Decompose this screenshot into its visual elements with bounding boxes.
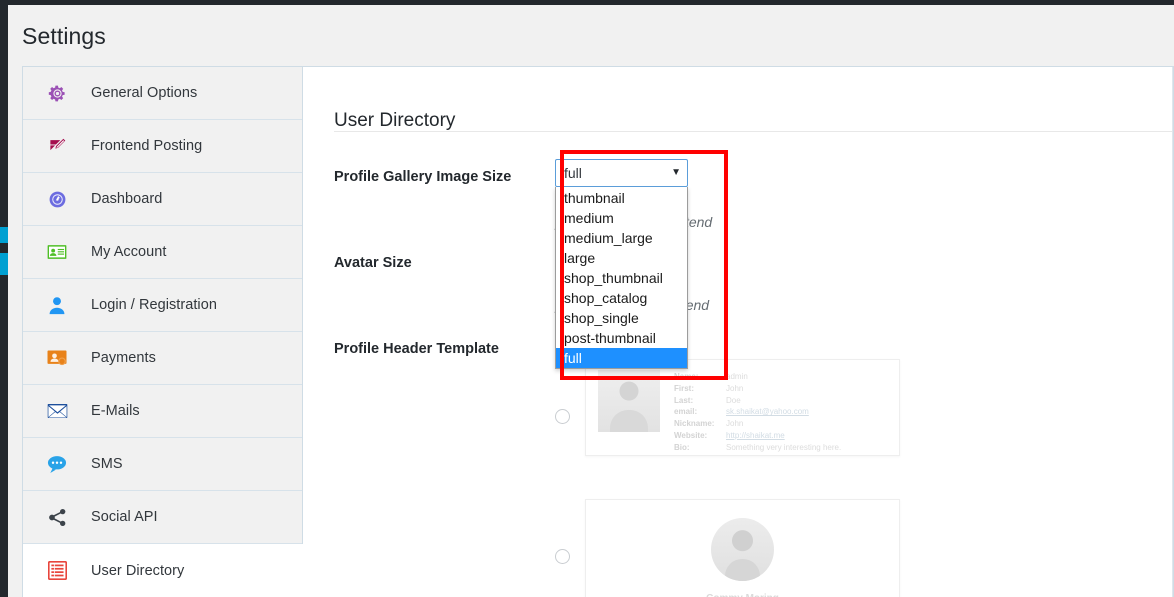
admin-menu-highlight-1 xyxy=(0,227,8,243)
avatar xyxy=(711,518,774,581)
sidebar-item-label: E-Mails xyxy=(91,403,140,419)
chevron-down-icon: ▼ xyxy=(671,167,681,178)
sidebar-item-label: User Directory xyxy=(91,562,185,579)
field-label: Profile Gallery Image Size xyxy=(334,169,512,185)
select-option[interactable]: large xyxy=(556,248,687,268)
profile-name: Commy Moring xyxy=(586,593,899,597)
settings-content-panel: User Directory Profile Gallery Image Siz… xyxy=(303,66,1174,597)
profile-field-row: First: John xyxy=(674,383,887,395)
id-card-icon xyxy=(46,241,68,263)
select-options-list[interactable]: thumbnail medium medium_large large shop… xyxy=(555,187,688,369)
gauge-icon xyxy=(46,188,68,210)
sidebar-item-my-account[interactable]: My Account xyxy=(23,226,302,279)
content-heading: User Directory xyxy=(334,109,456,131)
chat-bubble-icon xyxy=(46,453,68,475)
sidebar-item-general-options[interactable]: General Options xyxy=(23,67,302,120)
avatar xyxy=(598,370,660,432)
wp-admin-menu-strip[interactable] xyxy=(0,5,8,597)
template-radio[interactable] xyxy=(555,549,570,564)
select-selected-value: full xyxy=(564,165,582,181)
select-option[interactable]: post-thumbnail xyxy=(556,328,687,348)
wp-admin-bar xyxy=(0,0,1174,5)
sidebar-item-label: My Account xyxy=(91,244,167,260)
panel-edge xyxy=(1172,67,1173,597)
profile-field-list: Name: admin First: John Last: Doe email:… xyxy=(674,370,887,454)
settings-page: Settings General Options Frontend Postin… xyxy=(8,5,1174,597)
sidebar-item-label: Login / Registration xyxy=(91,297,217,313)
sidebar-item-e-mails[interactable]: E-Mails xyxy=(23,385,302,438)
envelope-icon xyxy=(46,400,68,422)
select-option[interactable]: medium xyxy=(556,208,687,228)
template-radio[interactable] xyxy=(555,409,570,424)
sidebar-item-label: SMS xyxy=(91,456,123,472)
sidebar-item-payments[interactable]: Payments xyxy=(23,332,302,385)
select-option[interactable]: medium_large xyxy=(556,228,687,248)
sidebar-item-label: Frontend Posting xyxy=(91,138,203,154)
select-option[interactable]: shop_catalog xyxy=(556,288,687,308)
select-option[interactable]: shop_single xyxy=(556,308,687,328)
heading-divider xyxy=(334,131,1172,132)
select-option[interactable]: shop_thumbnail xyxy=(556,268,687,288)
image-size-select[interactable]: full ▼ thumbnail medium medium_large lar… xyxy=(555,159,688,369)
template-preview-card[interactable]: Commy Moring Continually implement progr… xyxy=(585,499,900,597)
field-key: Bio: xyxy=(674,442,690,452)
field-value: John xyxy=(726,419,744,429)
pencil-icon xyxy=(46,135,68,157)
settings-sidebar: General Options Frontend Posting Dashboa… xyxy=(22,66,303,597)
select-trigger[interactable]: full ▼ xyxy=(555,159,688,187)
profile-field-row: Bio: Something very interesting here. xyxy=(674,442,887,454)
profile-field-row: Name: admin xyxy=(674,371,887,383)
field-value: Doe xyxy=(726,395,741,405)
share-icon xyxy=(46,506,68,528)
page-title: Settings xyxy=(22,23,106,49)
sidebar-item-user-directory[interactable]: User Directory xyxy=(23,544,303,597)
sidebar-item-label: Dashboard xyxy=(91,191,163,207)
field-label: Avatar Size xyxy=(334,255,412,271)
field-key: Website: xyxy=(674,430,708,440)
field-key: Nickname: xyxy=(674,419,715,429)
field-key: email: xyxy=(674,407,698,417)
field-value: Something very interesting here. xyxy=(726,442,842,452)
sidebar-item-label: Social API xyxy=(91,509,158,525)
profile-field-row: email: sk.shaikat@yahoo.com xyxy=(674,406,887,418)
sidebar-item-dashboard[interactable]: Dashboard xyxy=(23,173,302,226)
field-value: John xyxy=(726,383,744,393)
admin-menu-highlight-2 xyxy=(0,253,8,275)
profile-field-row: Nickname: John xyxy=(674,418,887,430)
select-option[interactable]: thumbnail xyxy=(556,188,687,208)
field-key: Name: xyxy=(674,372,699,381)
user-icon xyxy=(46,294,68,316)
profile-field-row: Website: http://shaikat.me xyxy=(674,430,887,442)
sidebar-item-login-registration[interactable]: Login / Registration xyxy=(23,279,302,332)
field-label: Profile Header Template xyxy=(334,341,499,357)
select-option-selected[interactable]: full xyxy=(556,348,687,368)
profile-field-row: Last: Doe xyxy=(674,395,887,407)
field-key: Last: xyxy=(674,395,694,405)
sidebar-item-frontend-posting[interactable]: Frontend Posting xyxy=(23,120,302,173)
payments-icon xyxy=(46,347,68,369)
gear-icon xyxy=(46,82,68,104)
sidebar-item-label: General Options xyxy=(91,85,198,101)
template-preview-card[interactable]: Name: admin First: John Last: Doe email:… xyxy=(585,359,900,456)
settings-body: General Options Frontend Posting Dashboa… xyxy=(22,66,1174,597)
field-value[interactable]: http://shaikat.me xyxy=(726,430,785,442)
field-key: First: xyxy=(674,383,694,393)
list-icon xyxy=(46,560,68,582)
sidebar-item-label: Payments xyxy=(91,350,156,366)
field-value[interactable]: sk.shaikat@yahoo.com xyxy=(726,406,809,418)
field-value: admin xyxy=(726,372,748,381)
sidebar-item-social-api[interactable]: Social API xyxy=(23,491,302,544)
sidebar-item-sms[interactable]: SMS xyxy=(23,438,302,491)
